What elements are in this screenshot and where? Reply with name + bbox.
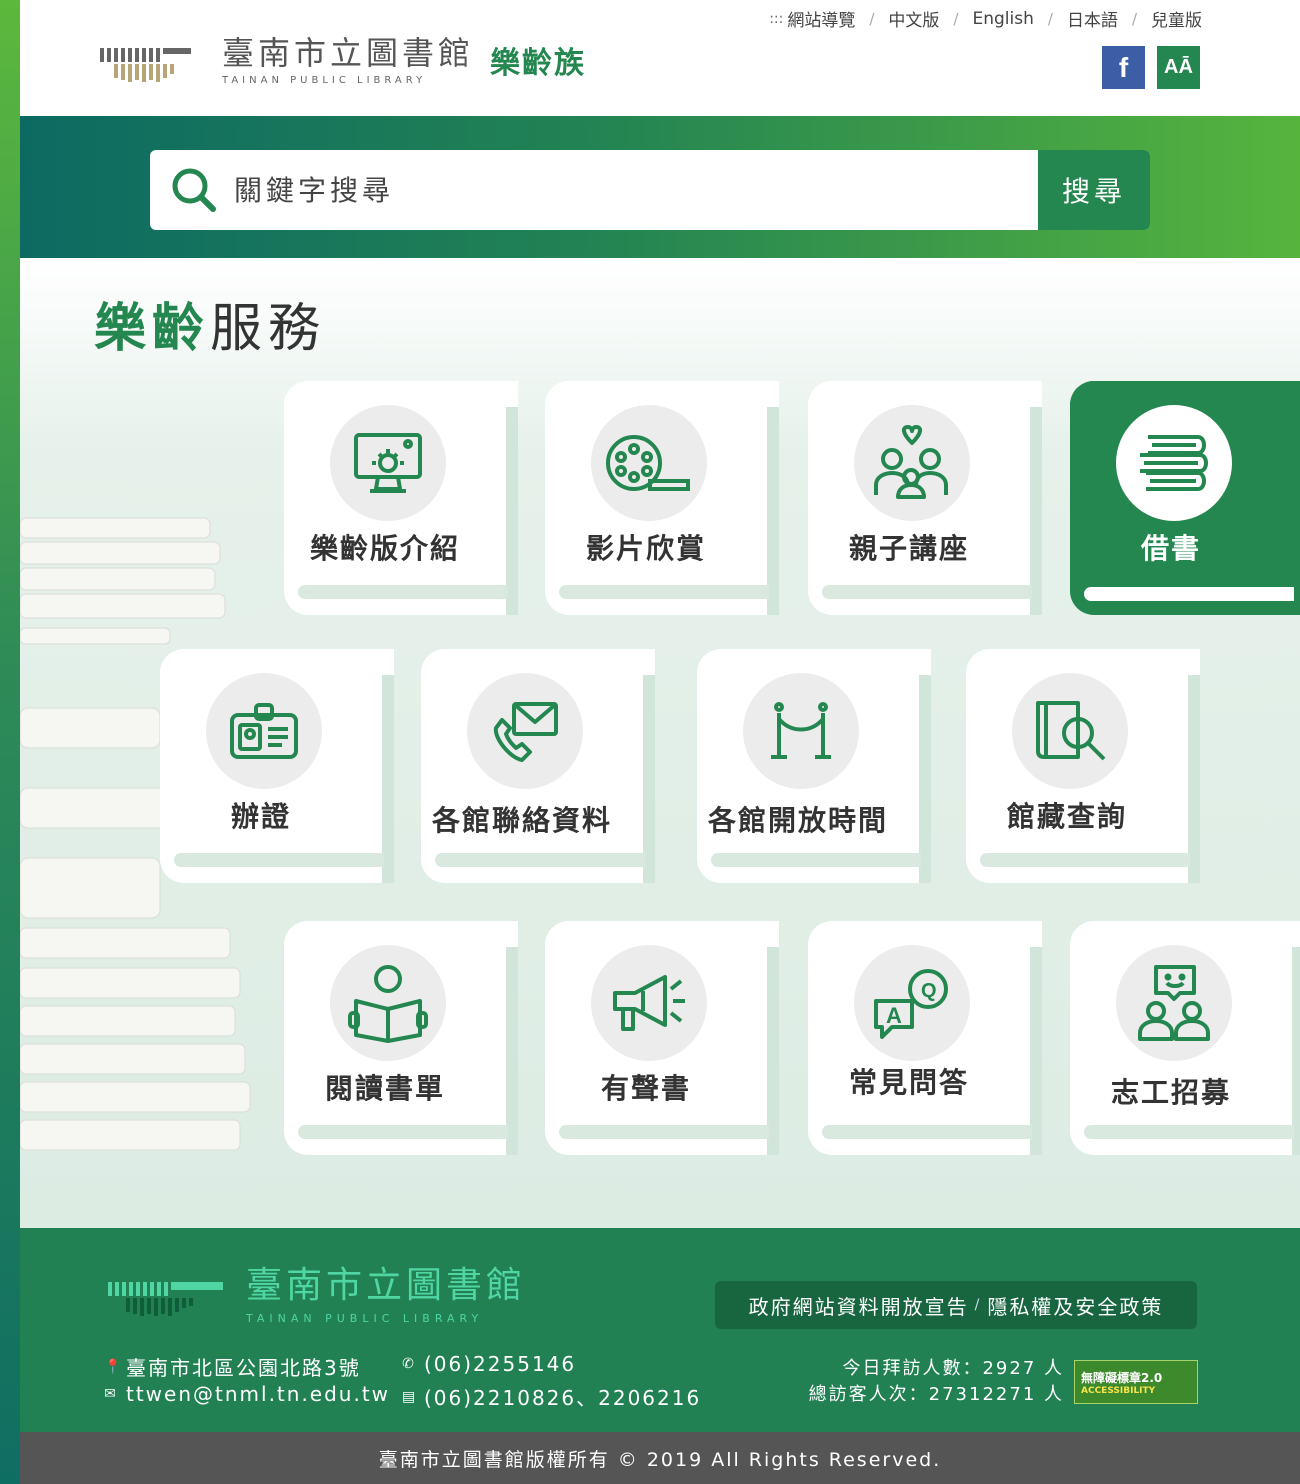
fax-text: (06)2210826、2206216 — [424, 1386, 702, 1410]
service-card-label: 借書 — [1140, 532, 1201, 565]
service-card-intro[interactable]: 樂齡版介紹 — [284, 381, 518, 615]
search-icon — [168, 164, 220, 220]
rope-barrier-icon — [743, 673, 859, 789]
social-buttons: f AĀ — [1102, 46, 1200, 89]
email-text[interactable]: ttwen@tnml.tn.edu.tw — [126, 1382, 390, 1406]
phone-mail-icon — [467, 673, 583, 789]
service-card-catalog-search[interactable]: 館藏查詢 — [966, 649, 1200, 883]
reader-icon — [330, 945, 446, 1061]
service-card-reading-list[interactable]: 閱讀書單 — [284, 921, 518, 1155]
svg-text:A: A — [886, 1003, 902, 1028]
service-card-label: 影片欣賞 — [585, 532, 706, 565]
service-card-faq[interactable]: Q A 常見問答 — [808, 921, 1042, 1155]
service-card-label: 辦證 — [230, 800, 291, 833]
film-reel-icon — [591, 405, 707, 521]
policy-links: 政府網站資料開放宣告 / 隱私權及安全政策 — [715, 1281, 1197, 1329]
nav-chinese[interactable]: 中文版 — [888, 6, 939, 31]
copyright-bar: 臺南市立圖書館版權所有 © 2019 All Rights Reserved. — [20, 1432, 1300, 1484]
volunteers-icon — [1116, 945, 1232, 1061]
svg-text:Q: Q — [921, 980, 937, 1002]
book-search-icon — [1012, 673, 1128, 789]
address-text: 臺南市北區公園北路3號 — [126, 1356, 361, 1380]
megaphone-icon — [591, 945, 707, 1061]
email: ✉ ttwen@tnml.tn.edu.tw — [104, 1382, 390, 1406]
footer-logo[interactable]: 臺南市立圖書館 TAINAN PUBLIC LIBRARY — [108, 1266, 526, 1325]
fax: ▤ (06)2210826、2206216 — [402, 1382, 701, 1411]
fax-icon: ▤ — [402, 1388, 418, 1405]
service-card-borrow[interactable]: 借書 — [1070, 381, 1300, 615]
search-band: 搜尋 — [20, 116, 1300, 258]
service-card-label: 親子講座 — [848, 532, 969, 565]
nav-separator: / — [869, 9, 875, 28]
service-card-label: 各館開放時間 — [707, 804, 888, 837]
visitor-counter: 今日拜訪人數：2927 人 總訪客人次：27312271 人 — [809, 1356, 1064, 1408]
service-card-videos[interactable]: 影片欣賞 — [545, 381, 779, 615]
service-card-branch-contacts[interactable]: 各館聯絡資料 — [421, 649, 655, 883]
site-footer: 臺南市立圖書館 TAINAN PUBLIC LIBRARY 政府網站資料開放宣告… — [20, 1228, 1300, 1432]
search-input[interactable] — [234, 150, 1014, 230]
accessibility-badge[interactable]: 無障礙標章2.0 ACCESSIBILITY — [1074, 1360, 1198, 1404]
envelope-icon: ✉ — [104, 1386, 118, 1402]
nav-english[interactable]: English — [972, 9, 1033, 29]
privacy-policy-link[interactable]: 隱私權及安全政策 — [987, 1291, 1163, 1320]
nav-separator: / — [1131, 9, 1137, 28]
copyright-text: 臺南市立圖書館版權所有 © 2019 All Rights Reserved. — [378, 1448, 942, 1471]
facebook-icon[interactable]: f — [1102, 46, 1145, 89]
left-accent-stripe — [0, 0, 20, 1484]
logo-english-name: TAINAN PUBLIC LIBRARY — [222, 74, 427, 86]
site-header: 臺南市立圖書館 TAINAN PUBLIC LIBRARY 樂齡族 ::: 網站… — [20, 0, 1300, 116]
nav-separator: / — [953, 9, 959, 28]
nav-sitemap[interactable]: 網站導覽 — [787, 6, 855, 31]
nav-kids[interactable]: 兒童版 — [1151, 6, 1202, 31]
logo-subtitle: 樂齡族 — [490, 46, 587, 81]
location-pin-icon: 📍 — [104, 1358, 124, 1375]
visitors-today: 今日拜訪人數：2927 人 — [842, 1358, 1064, 1379]
footer-logo-chinese-name: 臺南市立圖書館 — [246, 1265, 527, 1306]
section-title-rest: 服務 — [210, 299, 327, 359]
access-key-link[interactable]: ::: — [769, 11, 783, 27]
accessibility-badge-subtitle: ACCESSIBILITY — [1081, 1385, 1156, 1396]
book-stack-icon — [1116, 405, 1232, 521]
nav-japanese[interactable]: 日本語 — [1067, 6, 1118, 31]
service-card-audiobooks[interactable]: 有聲書 — [545, 921, 779, 1155]
phone-text: (06)2255146 — [424, 1352, 577, 1376]
footer-logo-english-name: TAINAN PUBLIC LIBRARY — [246, 1312, 484, 1325]
visitors-total: 總訪客人次：27312271 人 — [808, 1384, 1064, 1405]
service-card-family-lectures[interactable]: 親子講座 — [808, 381, 1042, 615]
service-card-volunteers[interactable]: 志工招募 — [1070, 921, 1300, 1155]
service-card-label: 各館聯絡資料 — [431, 804, 612, 837]
main-content: 樂齡服務 樂齡版介紹 影片欣賞 親子講座 借書 辦證 各館聯絡資料 各館開放時間… — [20, 258, 1300, 1228]
search-box: 搜尋 — [150, 150, 1150, 230]
accessibility-badge-title: 無障礙標章2.0 — [1081, 1370, 1163, 1385]
section-title: 樂齡服務 — [94, 286, 326, 361]
service-card-label: 閱讀書單 — [324, 1072, 445, 1105]
family-heart-icon — [854, 405, 970, 521]
qa-bubbles-icon: Q A — [854, 945, 970, 1061]
phone: ✆ (06)2255146 — [402, 1352, 576, 1376]
library-logo-mark-icon — [100, 40, 192, 82]
service-card-opening-hours[interactable]: 各館開放時間 — [697, 649, 931, 883]
policy-separator: / — [974, 1297, 982, 1313]
address: 📍 臺南市北區公園北路3號 — [104, 1352, 361, 1381]
phone-icon: ✆ — [402, 1356, 416, 1372]
nav-separator: / — [1047, 9, 1053, 28]
logo-chinese-name: 臺南市立圖書館 — [222, 33, 475, 72]
service-card-label: 志工招募 — [1110, 1076, 1231, 1109]
open-data-declaration-link[interactable]: 政府網站資料開放宣告 — [749, 1291, 969, 1320]
service-card-library-card[interactable]: 辦證 — [160, 649, 394, 883]
search-button[interactable]: 搜尋 — [1036, 150, 1150, 230]
service-card-label: 常見問答 — [848, 1066, 969, 1099]
section-title-highlight: 樂齡 — [94, 299, 211, 359]
service-card-label: 有聲書 — [600, 1072, 691, 1105]
site-logo[interactable]: 臺南市立圖書館 TAINAN PUBLIC LIBRARY 樂齡族 — [100, 30, 586, 90]
monitor-gear-icon — [330, 405, 446, 521]
top-navigation: ::: 網站導覽 / 中文版 / English / 日本語 / 兒童版 — [769, 6, 1202, 32]
service-card-label: 樂齡版介紹 — [309, 532, 460, 565]
service-card-label: 館藏查詢 — [1006, 800, 1127, 833]
footer-logo-mark-icon — [108, 1281, 223, 1316]
id-card-icon — [206, 673, 322, 789]
font-size-icon[interactable]: AĀ — [1157, 46, 1200, 89]
